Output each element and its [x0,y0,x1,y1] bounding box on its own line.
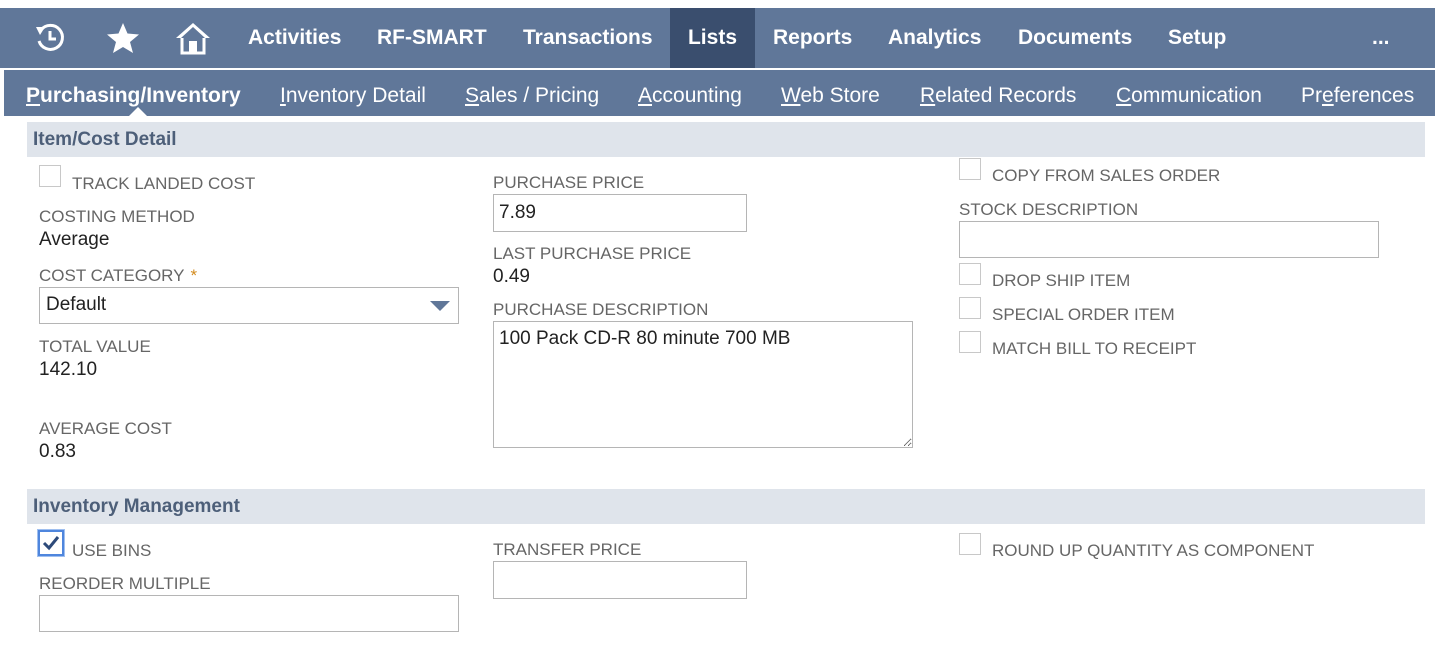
checkmark-icon [42,536,60,551]
nav-more-button[interactable]: ... [1372,8,1390,68]
transfer-price-label: TRANSFER PRICE [493,540,642,559]
special-order-item-label: SPECIAL ORDER ITEM [992,305,1175,324]
last-purchase-price-value: 0.49 [493,266,530,287]
subtab-bar: Purchasing/Inventory Inventory Detail Sa… [4,70,1435,116]
copy-from-sales-order-label: COPY FROM SALES ORDER [992,166,1221,185]
tab-communication[interactable]: Communication [1116,70,1262,116]
drop-ship-item-label: DROP SHIP ITEM [992,271,1131,290]
tab-label: eb Store [800,84,880,107]
round-up-quantity-checkbox[interactable] [959,533,981,555]
section-title: Inventory Management [33,496,240,517]
cost-category-label: COST CATEGORY * [39,266,197,286]
chevron-down-icon [430,301,450,311]
track-landed-cost-label: TRACK LANDED COST [72,174,256,193]
tab-label: ccounting [652,84,742,107]
tab-label: ommunication [1131,84,1262,107]
copy-from-sales-order-checkbox[interactable] [959,158,981,180]
purchase-price-input[interactable] [493,194,747,232]
tab-label: urchasing/Inventory [40,84,241,107]
reorder-multiple-input[interactable] [39,595,459,632]
tab-web-store[interactable]: Web Store [781,70,880,116]
costing-method-value: Average [39,229,110,250]
total-value: 142.10 [39,359,98,380]
match-bill-to-receipt-checkbox[interactable] [959,331,981,353]
stock-description-input[interactable] [959,221,1379,258]
use-bins-label: USE BINS [72,541,152,560]
purchase-description-label: PURCHASE DESCRIPTION [493,300,709,319]
tab-label-underline: e [1322,84,1334,107]
average-cost-value: 0.83 [39,441,76,462]
costing-method-label: COSTING METHOD [39,207,195,226]
total-value-label: TOTAL VALUE [39,337,151,356]
active-tab-caret [129,107,147,116]
cost-category-selected-value: Default [46,294,107,315]
average-cost-label: AVERAGE COST [39,419,172,438]
tab-label: Pr [1301,84,1322,107]
tab-sales-pricing[interactable]: Sales / Pricing [465,70,599,116]
nav-setup[interactable]: Setup [1168,8,1226,68]
nav-activities[interactable]: Activities [248,8,341,68]
tab-label: ales / Pricing [479,84,600,107]
tab-label-underline: C [1116,84,1132,107]
nav-rf-smart[interactable]: RF-SMART [377,8,487,68]
reorder-multiple-label: REORDER MULTIPLE [39,574,211,593]
top-nav-bar: Activities RF-SMART Transactions Lists R… [0,8,1435,68]
match-bill-to-receipt-label: MATCH BILL TO RECEIPT [992,339,1197,358]
last-purchase-price-label: LAST PURCHASE PRICE [493,244,692,263]
special-order-item-checkbox[interactable] [959,297,981,319]
tab-inventory-detail[interactable]: Inventory Detail [280,70,426,116]
home-icon[interactable] [168,8,218,68]
nav-lists[interactable]: Lists [670,8,755,68]
tab-label-underline: A [638,84,653,107]
tab-label: nventory Detail [285,84,426,107]
nav-documents[interactable]: Documents [1018,8,1132,68]
tab-label-underline: W [781,84,801,107]
star-icon[interactable] [98,8,148,68]
nav-transactions[interactable]: Transactions [523,8,653,68]
tab-label-underline: P [26,84,41,107]
transfer-price-input[interactable] [493,561,747,599]
drop-ship-item-checkbox[interactable] [959,263,981,285]
cost-category-label-text: COST CATEGORY [39,266,185,285]
section-title: Item/Cost Detail [33,129,177,150]
purchase-description-textarea[interactable]: 100 Pack CD-R 80 minute 700 MB [493,321,913,448]
section-header-inventory-management[interactable]: Inventory Management [27,489,1425,524]
recent-records-icon[interactable] [25,8,75,68]
section-header-cost-detail[interactable]: Item/Cost Detail [27,122,1425,157]
tab-accounting[interactable]: Accounting [638,70,742,116]
tab-label: ferences [1333,84,1415,107]
tab-related-records[interactable]: Related Records [920,70,1076,116]
tab-label: elated Records [935,84,1077,107]
stock-description-label: STOCK DESCRIPTION [959,200,1139,219]
nav-analytics[interactable]: Analytics [888,8,981,68]
tab-label-underline: S [465,84,480,107]
purchase-price-label: PURCHASE PRICE [493,173,645,192]
round-up-quantity-label: ROUND UP QUANTITY AS COMPONENT [992,541,1315,560]
required-marker: * [190,266,198,285]
nav-reports[interactable]: Reports [773,8,852,68]
track-landed-cost-checkbox[interactable] [39,165,61,187]
tab-preferences[interactable]: Preferences [1301,70,1414,116]
use-bins-checkbox[interactable] [38,530,64,556]
cost-category-select[interactable]: Default [39,287,459,324]
tab-label-underline: R [920,84,936,107]
